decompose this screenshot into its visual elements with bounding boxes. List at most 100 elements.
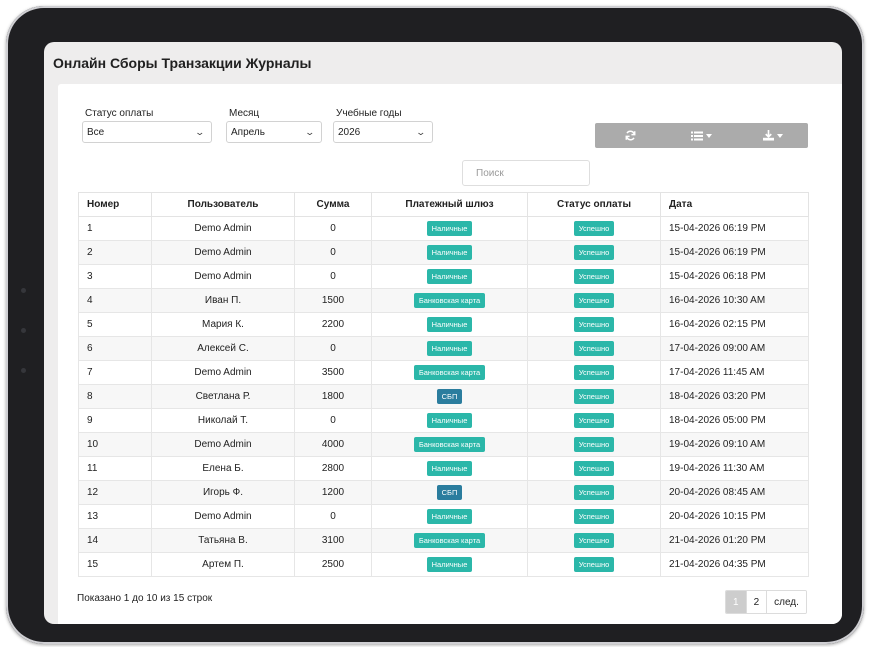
- status-badge: Успешно: [573, 293, 615, 308]
- gateway-cell: Наличные: [371, 408, 528, 433]
- column-header-status[interactable]: Статус оплаты: [527, 192, 661, 217]
- gateway-badge: Наличные: [426, 557, 473, 572]
- search-input[interactable]: [462, 160, 590, 186]
- status-badge: Успешно: [573, 461, 615, 476]
- table-row: 15 Артем П. 2500 Наличные Успешно 21-04-2026 …: [78, 552, 809, 577]
- gateway-cell: Наличные: [371, 456, 528, 481]
- table-row: 13 Demo Admin 0 Наличные Успешно 20-04-2026 1…: [78, 504, 809, 529]
- amount-cell: 3500: [294, 360, 372, 385]
- number-cell: 6: [78, 336, 152, 361]
- user-cell: Иван П.: [151, 288, 295, 313]
- side-sensor: [21, 288, 26, 293]
- status-cell: Успешно: [527, 264, 661, 289]
- status-badge: Успешно: [573, 365, 615, 380]
- gateway-badge: Наличные: [426, 341, 473, 356]
- number-cell: 13: [78, 504, 152, 529]
- gateway-cell: Банковская карта: [371, 528, 528, 553]
- status-badge: Успешно: [573, 317, 615, 332]
- side-sensor: [21, 368, 26, 373]
- gateway-cell: Наличные: [371, 552, 528, 577]
- academic-year-select[interactable]: 2026 ⌄: [333, 121, 433, 143]
- status-cell: Успешно: [527, 384, 661, 409]
- table-row: 6 Алексей С. 0 Наличные Успешно 17-04-2026 09…: [78, 336, 809, 361]
- column-header-date[interactable]: Дата: [660, 192, 809, 217]
- gateway-badge: Банковская карта: [413, 293, 486, 308]
- date-cell: 15-04-2026 06:19 PM: [660, 240, 809, 265]
- date-cell: 19-04-2026 11:30 AM: [660, 456, 809, 481]
- user-cell: Demo Admin: [151, 360, 295, 385]
- column-header-number[interactable]: Номер: [78, 192, 152, 217]
- page-button-2[interactable]: 2: [745, 591, 767, 613]
- amount-cell: 2200: [294, 312, 372, 337]
- side-sensor: [21, 328, 26, 333]
- page-title: Онлайн Сборы Транзакции Журналы: [53, 55, 312, 71]
- status-badge: Успешно: [573, 341, 615, 356]
- gateway-badge: Наличные: [426, 269, 473, 284]
- month-select[interactable]: Апрель ⌄: [226, 121, 322, 143]
- date-cell: 17-04-2026 11:45 AM: [660, 360, 809, 385]
- date-cell: 18-04-2026 03:20 PM: [660, 384, 809, 409]
- status-badge: Успешно: [573, 557, 615, 572]
- status-cell: Успешно: [527, 360, 661, 385]
- table-header-row: Номер Пользователь Сумма Платежный шлюз …: [78, 192, 809, 217]
- gateway-badge: Наличные: [426, 221, 473, 236]
- table-row: 12 Игорь Ф. 1200 СБП Успешно 20-04-2026 08:45…: [78, 480, 809, 505]
- status-cell: Успешно: [527, 240, 661, 265]
- user-cell: Demo Admin: [151, 504, 295, 529]
- column-header-amount[interactable]: Сумма: [294, 192, 372, 217]
- columns-button[interactable]: [666, 123, 737, 148]
- number-cell: 3: [78, 264, 152, 289]
- table-toolbar: [595, 123, 808, 148]
- status-cell: Успешно: [527, 432, 661, 457]
- user-cell: Артем П.: [151, 552, 295, 577]
- gateway-cell: Банковская карта: [371, 432, 528, 457]
- date-cell: 17-04-2026 09:00 AM: [660, 336, 809, 361]
- date-cell: 15-04-2026 06:19 PM: [660, 216, 809, 241]
- status-badge: Успешно: [573, 533, 615, 548]
- status-cell: Успешно: [527, 528, 661, 553]
- number-cell: 5: [78, 312, 152, 337]
- column-header-gateway[interactable]: Платежный шлюз: [371, 192, 528, 217]
- number-cell: 8: [78, 384, 152, 409]
- refresh-button[interactable]: [595, 123, 666, 148]
- chevron-down-icon: ⌄: [194, 126, 206, 137]
- filter-label: Месяц: [229, 108, 260, 119]
- gateway-cell: Банковская карта: [371, 288, 528, 313]
- status-badge: Успешно: [573, 485, 615, 500]
- number-cell: 14: [78, 528, 152, 553]
- column-header-user[interactable]: Пользователь: [151, 192, 295, 217]
- status-badge: Успешно: [573, 413, 615, 428]
- pagination: 1 2 след.: [725, 590, 807, 614]
- gateway-cell: Наличные: [371, 240, 528, 265]
- select-value: Апрель: [231, 126, 265, 138]
- status-badge: Успешно: [573, 437, 615, 452]
- gateway-badge: СБП: [436, 389, 463, 404]
- status-cell: Успешно: [527, 552, 661, 577]
- gateway-cell: Наличные: [371, 216, 528, 241]
- page-button-1[interactable]: 1: [726, 591, 746, 613]
- chevron-down-icon: ⌄: [304, 126, 316, 137]
- gateway-badge: Банковская карта: [413, 533, 486, 548]
- payment-status-select[interactable]: Все ⌄: [82, 121, 212, 143]
- table-row: 14 Татьяна В. 3100 Банковская карта Успешно 2…: [78, 528, 809, 553]
- number-cell: 12: [78, 480, 152, 505]
- table-row: 9 Николай Т. 0 Наличные Успешно 18-04-2026 05…: [78, 408, 809, 433]
- caret-down-icon: [706, 133, 712, 138]
- transactions-table: Номер Пользователь Сумма Платежный шлюз …: [78, 192, 809, 577]
- chevron-down-icon: ⌄: [415, 126, 427, 137]
- tablet-frame: Онлайн Сборы Транзакции Журналы Статус о…: [6, 6, 864, 644]
- status-cell: Успешно: [527, 312, 661, 337]
- amount-cell: 1800: [294, 384, 372, 409]
- date-cell: 20-04-2026 10:15 PM: [660, 504, 809, 529]
- gateway-badge: Наличные: [426, 461, 473, 476]
- status-cell: Успешно: [527, 456, 661, 481]
- amount-cell: 1200: [294, 480, 372, 505]
- amount-cell: 3100: [294, 528, 372, 553]
- status-badge: Успешно: [573, 245, 615, 260]
- next-page-button[interactable]: след.: [766, 591, 806, 613]
- number-cell: 11: [78, 456, 152, 481]
- table-row: 7 Demo Admin 3500 Банковская карта Успешно 17…: [78, 360, 809, 385]
- number-cell: 4: [78, 288, 152, 313]
- filter-label: Статус оплаты: [85, 108, 154, 119]
- export-button[interactable]: [737, 123, 808, 148]
